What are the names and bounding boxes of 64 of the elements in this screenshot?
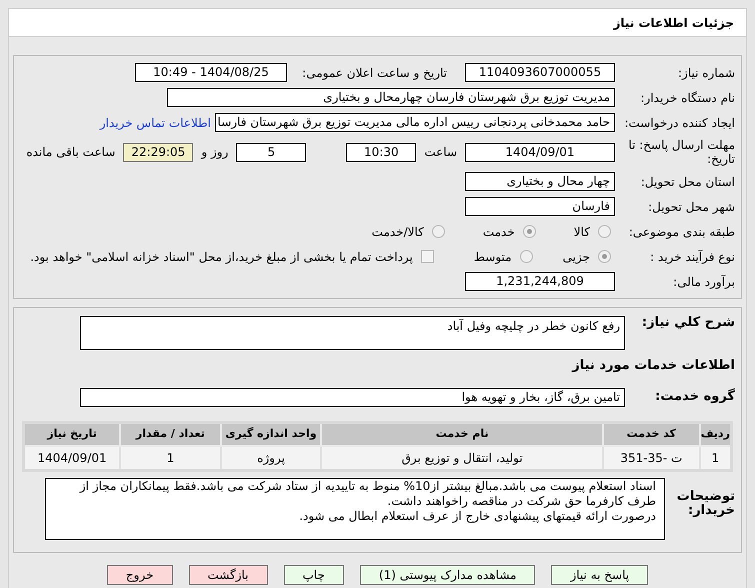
field-label: نوع فرآیند خرید : [649,250,735,264]
action-button[interactable]: بازگشت [188,564,268,584]
radio-label: جزیی [562,248,590,266]
column-header: نام خدمت [321,422,604,446]
creator-field: حامد محمدخانی پردنجانی رییس اداره مالی مدیریت توزیع برق شهرستان فارسا [215,113,615,132]
table-cell: تولید، انتقال و توزیع برق [321,446,604,470]
table-cell: 1 [700,446,732,470]
field-label: شماره نیاز: [677,66,735,80]
page-title: جزئیات اطلاعات نیاز [9,9,746,37]
province-field: چهار محال و بختیاری [465,172,615,191]
city-field: فارسان [465,197,615,216]
field-label: استان محل تحویل: [640,174,735,188]
field-label: مهلت ارسال پاسخ: تا تاریخ: [627,138,735,166]
table-cell: ت -35-351 [603,446,700,470]
action-button[interactable]: پاسخ به نیاز [551,564,648,584]
column-header: کد خدمت [603,422,700,446]
table-cell: پروژه [220,446,322,470]
radio-label: کالا/خدمت [372,224,424,240]
days-label: روز و [201,144,228,161]
remaining-time-field: 22:29:05 [123,142,194,162]
radio-label: کالا [574,224,590,240]
need-number-field: 1104093607000055 [465,63,615,82]
radio-button[interactable] [598,250,611,263]
table-cell: 1404/09/01 [24,446,120,470]
field-label: گروه خدمت: [654,390,735,404]
action-button[interactable]: چاپ [284,564,344,584]
remaining-label: ساعت باقی مانده [26,144,116,161]
column-header: تعداد / مقدار [120,422,221,446]
radio-label: متوسط [474,248,512,266]
field-label: طبقه بندی موضوعی: [628,224,735,238]
radio-button[interactable] [522,225,536,238]
radio-label: خدمت [482,224,515,240]
service-group-field: تامین برق، گاز، بخار و تهویه هوا [80,388,625,406]
field-label: نام دستگاه خریدار: [640,90,735,104]
field-label: تاریخ و ساعت اعلان عمومی: [301,66,447,80]
radio-button[interactable] [598,225,611,238]
section-heading: اطلاعات خدمات مورد نیاز [570,357,735,375]
column-header: تاریخ نیاز [24,422,120,446]
checkbox[interactable] [420,250,434,263]
column-header: واحد اندازه گیری [220,422,322,446]
radio-button[interactable] [520,250,533,263]
radio-button[interactable] [432,225,445,238]
notes-paragraph: اسناد استعلام پیوست می باشد.مبالغ بیشتر از10% منوط به تاییدیه از ستاد شرکت می باشد.فقط پیمانکاران مجاز از طرف کارفرما حق شرکت در مناقصه راخواهند داشت. [78,478,656,508]
buyer-field: مدیریت توزیع برق شهرستان فارسان چهارمحال و بختیاری [167,88,615,107]
action-button[interactable]: خروج [106,564,172,584]
field-label: شرح کلي نیاز: [640,316,735,330]
announce-date-field: 1404/08/25 - 10:49 [135,63,287,82]
deadline-time-field: 10:30 [346,142,416,162]
table-cell: 1 [120,446,221,470]
days-field: 5 [236,142,306,162]
summary-textarea[interactable]: رفع کانون خطر در چلیچه وفیل آباد [80,316,625,350]
field-label: شهر محل تحویل: [647,200,735,214]
field-label: ایجاد کننده درخواست: [623,116,735,130]
field-label: توضیحات خریدار: [676,490,735,518]
field-label: برآورد مالی: [672,274,735,288]
estimate-field: 1,231,244,809 [465,272,615,291]
buyer-contact-link[interactable]: اطلاعات تماس خریدار [100,114,211,132]
action-button[interactable]: مشاهده مدارک پیوستی (1) [360,564,536,584]
checkbox-label: پرداخت تمام یا بخشی از مبلغ خرید،از محل "اسناد خزانه اسلامی" خواهد بود. [30,248,413,266]
buyer-notes-textarea[interactable] [45,478,665,540]
column-header: ردیف [700,422,732,446]
time-label: ساعت [424,144,457,161]
notes-paragraph: درصورت ارائه قیمتهای پیشنهادی خارج از عرف استعلام ابطال می شود. [298,508,656,524]
deadline-date-field: 1404/09/01 [465,142,615,162]
